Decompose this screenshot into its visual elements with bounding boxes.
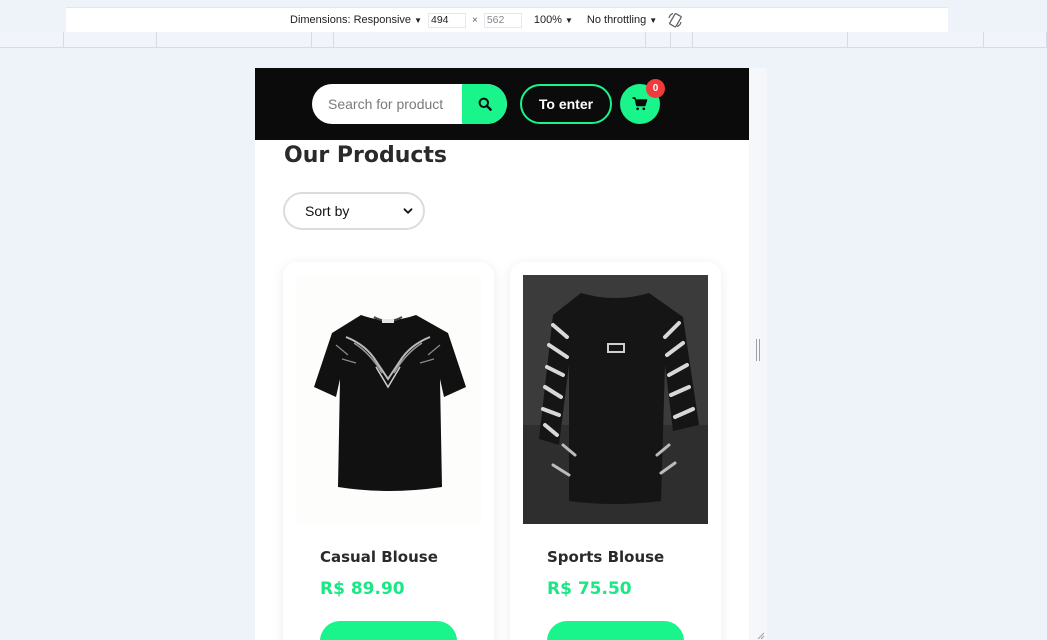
rotate-icon[interactable]: [667, 12, 683, 28]
caret-down-icon: ▼: [564, 16, 573, 25]
search-bar: [312, 84, 507, 124]
ruler-segment[interactable]: [646, 32, 671, 48]
dimensions-label: Dimensions: Responsive: [290, 14, 412, 26]
ruler-segment[interactable]: [671, 32, 693, 48]
product-card[interactable]: Sports Blouse R$ 75.50: [510, 262, 721, 640]
search-icon: [478, 97, 492, 111]
dimensions-dropdown[interactable]: Dimensions: Responsive ▼: [290, 14, 422, 26]
device-viewport: To enter 0 Our Products Sort by: [255, 68, 749, 640]
add-to-cart-button[interactable]: [547, 621, 684, 640]
ruler-segment[interactable]: [64, 32, 157, 48]
ruler-segment[interactable]: [334, 32, 646, 48]
media-query-ruler: [0, 32, 1047, 49]
caret-down-icon: ▼: [649, 16, 658, 25]
chevron-down-icon: [403, 208, 413, 214]
add-to-cart-button[interactable]: [320, 621, 457, 640]
product-name: Sports Blouse: [547, 548, 665, 566]
throttling-dropdown[interactable]: No throttling ▼: [587, 14, 657, 26]
resize-corner-icon[interactable]: [757, 632, 765, 640]
login-button[interactable]: To enter: [520, 84, 612, 124]
sort-select-label: Sort by: [305, 203, 350, 219]
ruler-segment[interactable]: [157, 32, 312, 48]
sort-select[interactable]: Sort by: [283, 192, 425, 230]
zoom-dropdown[interactable]: 100% ▼: [534, 14, 573, 26]
ruler-segment[interactable]: [984, 32, 1047, 48]
device-controls: Dimensions: Responsive▼ × 100%▼ No throt…: [290, 12, 683, 28]
times-symbol: ×: [471, 14, 478, 26]
search-button[interactable]: [462, 84, 507, 124]
devtools-toolbar: Dimensions: Responsive▼ × 100%▼ No throt…: [0, 0, 1047, 33]
height-input[interactable]: [483, 12, 522, 28]
tshirt-image: [314, 315, 466, 491]
site-header: To enter 0: [255, 68, 749, 140]
width-input[interactable]: [427, 12, 466, 28]
zoom-label: 100%: [533, 14, 562, 26]
resize-handle-right[interactable]: [756, 339, 760, 361]
product-image[interactable]: [296, 275, 481, 524]
product-image[interactable]: [523, 275, 708, 524]
product-name: Casual Blouse: [320, 548, 438, 566]
cart-count-badge: 0: [646, 79, 665, 98]
product-price: R$ 75.50: [547, 579, 632, 599]
product-price: R$ 89.90: [320, 579, 405, 599]
caret-down-icon: ▼: [414, 16, 422, 25]
ruler-segment[interactable]: [848, 32, 984, 48]
cart-icon: [632, 97, 648, 111]
ruler-segment[interactable]: [312, 32, 334, 48]
page-title: Our Products: [284, 143, 448, 168]
ruler-segment[interactable]: [693, 32, 848, 48]
product-card[interactable]: Casual Blouse R$ 89.90: [283, 262, 494, 640]
ruler-segment[interactable]: [0, 32, 64, 48]
search-input[interactable]: [312, 84, 462, 124]
tshirt-photo: [523, 275, 708, 524]
throttling-label: No throttling: [586, 14, 647, 26]
